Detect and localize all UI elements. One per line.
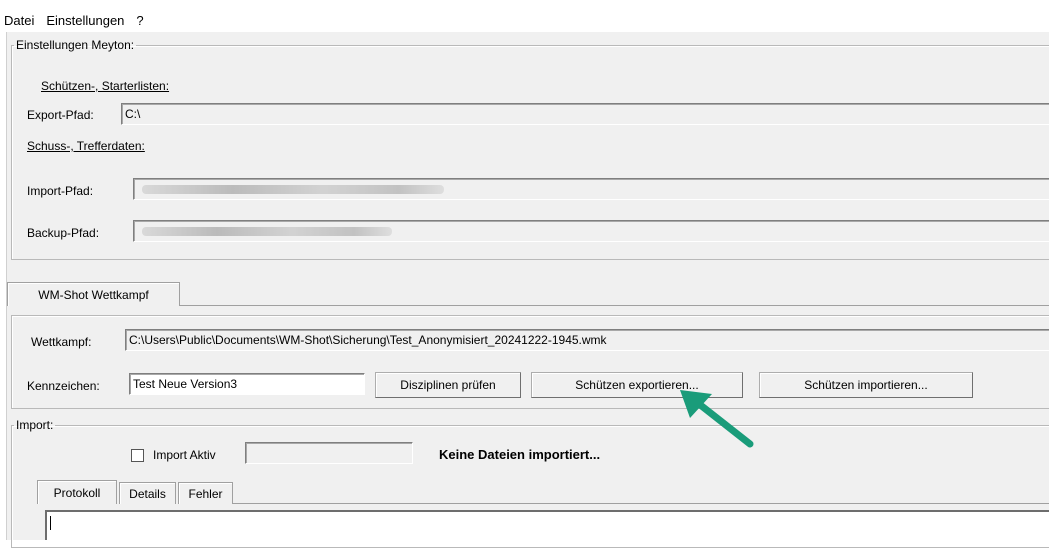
import-active-label: Import Aktiv — [153, 448, 216, 462]
import-legend: Import: — [16, 418, 54, 432]
redacted-text — [142, 227, 392, 236]
competition-label: Wettkampf: — [31, 335, 92, 349]
import-status-text: Keine Dateien importiert... — [439, 447, 601, 462]
tab-divider — [180, 305, 1049, 306]
competition-file-input[interactable]: C:\Users\Public\Documents\WM-Shot\Sicher… — [125, 329, 1049, 351]
protocol-textarea[interactable] — [45, 510, 1049, 540]
tab-wm-shot-wettkampf[interactable]: WM-Shot Wettkampf — [7, 282, 180, 306]
tag-label: Kennzeichen: — [27, 379, 100, 393]
main-window: Einstellungen Meyton: Schützen-, Starter… — [6, 32, 1049, 548]
settings-legend: Einstellungen Meyton: — [16, 38, 135, 52]
tab-protokoll[interactable]: Protokoll — [37, 480, 117, 504]
import-path-label: Import-Pfad: — [27, 184, 94, 198]
menu-bar: Datei Einstellungen ? — [0, 8, 1049, 32]
export-path-label: Export-Pfad: — [27, 108, 94, 122]
backup-path-input[interactable] — [133, 220, 1049, 242]
menu-help[interactable]: ? — [136, 13, 143, 28]
export-path-input[interactable]: C:\ — [121, 103, 1049, 125]
subtab-divider — [233, 503, 1049, 504]
annotation-arrow-icon — [680, 390, 754, 448]
backup-path-label: Backup-Pfad: — [27, 226, 100, 240]
shooter-lists-heading: Schützen-, Starterlisten: — [41, 79, 170, 93]
menu-datei[interactable]: Datei — [4, 13, 34, 28]
import-path-input[interactable] — [133, 178, 1049, 200]
import-status-field — [245, 442, 413, 464]
tab-fehler[interactable]: Fehler — [178, 482, 233, 504]
import-shooters-button[interactable]: Schützen importieren... — [759, 372, 973, 398]
tag-input[interactable]: Test Neue Version3 — [129, 373, 365, 395]
redacted-text — [142, 185, 444, 194]
shot-data-heading: Schuss-, Trefferdaten: — [27, 139, 145, 153]
text-caret — [50, 516, 51, 530]
tab-details[interactable]: Details — [119, 482, 176, 504]
check-disciplines-button[interactable]: Disziplinen prüfen — [375, 372, 521, 398]
import-active-checkbox[interactable] — [131, 449, 144, 462]
menu-einstellungen[interactable]: Einstellungen — [46, 13, 124, 28]
